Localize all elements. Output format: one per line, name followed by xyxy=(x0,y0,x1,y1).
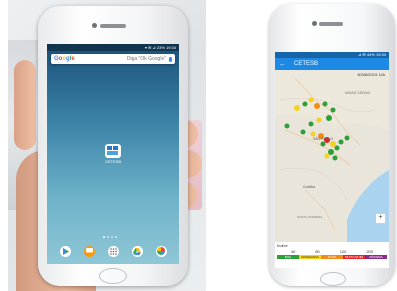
legend-category: PÉSSIMA xyxy=(365,255,387,259)
phone-home-screen: ▾ ✉ ⊿ 23% 19:34 Google Diga "Ok Google" … xyxy=(38,6,188,286)
home-button[interactable] xyxy=(320,272,346,286)
speaker-grille xyxy=(319,22,343,26)
legend-category: MODERADA xyxy=(299,255,321,259)
messages-icon[interactable] xyxy=(83,245,95,257)
microphone-icon[interactable] xyxy=(169,56,172,62)
date-label: 30/08/2019 14h xyxy=(357,72,385,77)
app-label: CETESB xyxy=(104,159,121,164)
status-bar: ▾ ✉ ⊿ 23% 19:34 xyxy=(47,44,179,51)
legend-category: RUIM xyxy=(321,255,343,259)
map-label-curitiba: Curitiba xyxy=(303,185,315,189)
legend-number: 200 xyxy=(366,249,373,254)
search-placeholder: Diga "Ok Google" xyxy=(126,56,166,62)
app-dock xyxy=(53,244,173,258)
map-label-minas: MINAS GERAIS xyxy=(345,91,371,95)
finger xyxy=(14,60,36,150)
legend-number: 80 xyxy=(315,249,320,254)
legend-category: BOA xyxy=(277,255,299,259)
hand-photo-background: ▾ ✉ ⊿ 23% 19:34 Google Diga "Ok Google" … xyxy=(8,0,206,291)
air-quality-map[interactable]: SÃO PAULO MINAS GERAIS Curitiba SANTA CA… xyxy=(275,70,389,242)
map-label-sao-paulo: SÃO PAULO xyxy=(313,136,333,141)
back-arrow-icon[interactable]: ← xyxy=(279,61,286,68)
aqi-legend: Índice 40 80 120 200 BOA MODERADA RUIM M… xyxy=(275,242,389,268)
drive-icon[interactable] xyxy=(131,245,143,257)
front-camera xyxy=(92,23,97,28)
zoom-in-button[interactable]: + xyxy=(375,213,386,224)
cetesb-logo-icon xyxy=(105,144,121,158)
legend-title: Índice xyxy=(277,243,288,248)
cetesb-app-icon[interactable]: CETESB xyxy=(101,144,125,164)
google-logo: Google xyxy=(54,56,75,62)
legend-numbers: 40 80 120 200 xyxy=(275,249,389,254)
legend-number: 40 xyxy=(290,249,296,254)
apps-icon[interactable] xyxy=(107,245,119,257)
legend-color-bar: BOA MODERADA RUIM MUITO RUIM PÉSSIMA xyxy=(277,255,387,259)
app-bar: ← CETESB xyxy=(275,58,389,70)
home-button[interactable] xyxy=(99,268,127,284)
play-store-icon[interactable] xyxy=(59,245,71,257)
legend-category: MUITO RUIM xyxy=(343,255,365,259)
legend-number: 120 xyxy=(339,249,347,254)
status-text: ⊿ ✉ 44% 19:34 xyxy=(357,52,386,57)
google-search-bar[interactable]: Google Diga "Ok Google" xyxy=(51,54,175,64)
phone-screen: ▾ ✉ ⊿ 23% 19:34 Google Diga "Ok Google" … xyxy=(47,44,179,264)
app-title: CETESB xyxy=(294,61,319,67)
front-camera xyxy=(312,21,317,26)
photos-icon[interactable] xyxy=(155,245,167,257)
phone-cetesb-app: ⊿ ✉ 44% 19:34 ← CETESB SÃO PAULO MINAS G… xyxy=(269,4,395,286)
speaker-grille xyxy=(100,24,126,28)
map-label-santa-catarina: SANTA CATARINA xyxy=(297,215,322,219)
page-indicator xyxy=(103,236,117,238)
status-text: ▾ ✉ ⊿ 23% 19:34 xyxy=(144,45,176,50)
phone-screen: ⊿ ✉ 44% 19:34 ← CETESB SÃO PAULO MINAS G… xyxy=(275,52,389,268)
